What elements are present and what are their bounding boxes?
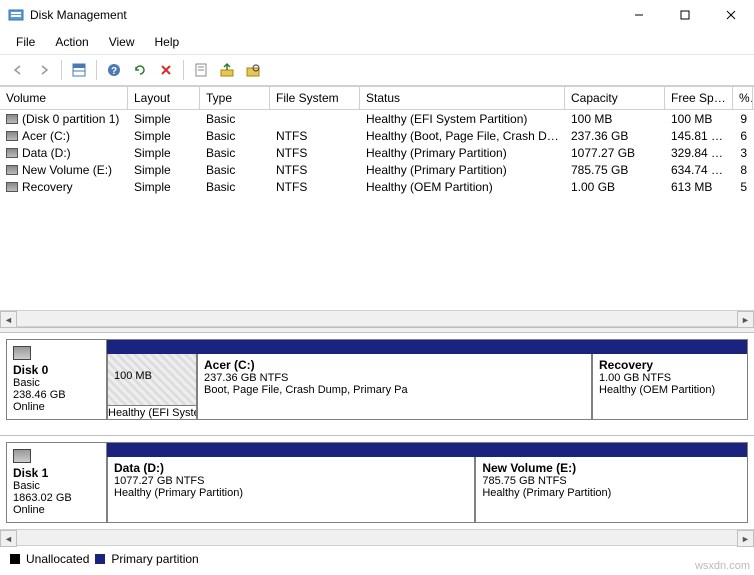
volume-row[interactable]: Acer (C:)SimpleBasicNTFSHealthy (Boot, P… [0, 127, 754, 144]
volume-list: Volume Layout Type File System Status Ca… [0, 86, 754, 310]
volume-row[interactable]: Data (D:)SimpleBasicNTFSHealthy (Primary… [0, 144, 754, 161]
maximize-button[interactable] [662, 0, 708, 30]
drive-icon [6, 114, 18, 124]
tooltip: Healthy (EFI System Partition) [107, 405, 197, 419]
disk-icon [13, 346, 31, 360]
properties-button[interactable] [189, 58, 213, 82]
drive-icon [6, 148, 18, 158]
partition-recovery[interactable]: Recovery 1.00 GB NTFS Healthy (OEM Parti… [592, 354, 747, 419]
legend-unallocated: Unallocated [26, 552, 89, 566]
close-button[interactable] [708, 0, 754, 30]
scroll-left-button[interactable]: ◄ [0, 311, 17, 328]
legend-primary: Primary partition [111, 552, 198, 566]
upload-button[interactable] [215, 58, 239, 82]
col-layout[interactable]: Layout [128, 87, 200, 109]
col-status[interactable]: Status [360, 87, 565, 109]
partition-new-volume-e[interactable]: New Volume (E:) 785.75 GB NTFS Healthy (… [475, 457, 747, 522]
titlebar[interactable]: Disk Management [0, 0, 754, 30]
toolbar-separator [96, 60, 97, 80]
back-button [6, 58, 30, 82]
disk-1-row[interactable]: Disk 1 Basic 1863.02 GB Online Data (D:)… [6, 442, 748, 523]
drive-icon [6, 165, 18, 175]
col-filesystem[interactable]: File System [270, 87, 360, 109]
menu-view[interactable]: View [101, 32, 143, 52]
drive-icon [6, 131, 18, 141]
scroll-right-button[interactable]: ► [737, 530, 754, 547]
legend-swatch-primary [95, 554, 105, 564]
col-percent[interactable]: % [733, 87, 753, 109]
svg-text:?: ? [111, 66, 117, 77]
splitter[interactable] [0, 327, 754, 333]
show-hide-button[interactable] [67, 58, 91, 82]
col-type[interactable]: Type [200, 87, 270, 109]
column-headers: Volume Layout Type File System Status Ca… [0, 86, 754, 110]
forward-button [32, 58, 56, 82]
disk-icon [13, 449, 31, 463]
volume-row[interactable]: RecoverySimpleBasicNTFSHealthy (OEM Part… [0, 178, 754, 195]
disk-0-info: Disk 0 Basic 238.46 GB Online [7, 340, 107, 419]
drive-icon [6, 182, 18, 192]
horizontal-scrollbar-2[interactable]: ◄ ► [0, 529, 754, 546]
volume-row[interactable]: New Volume (E:)SimpleBasicNTFSHealthy (P… [0, 161, 754, 178]
watermark: wsxdn.com [695, 560, 750, 572]
disk-map: Disk 0 Basic 238.46 GB Online 100 MB Hea… [0, 339, 754, 523]
col-free[interactable]: Free Spa... [665, 87, 733, 109]
partition-color-bar [107, 443, 747, 457]
window-title: Disk Management [30, 8, 127, 22]
refresh-button[interactable] [128, 58, 152, 82]
col-volume[interactable]: Volume [0, 87, 128, 109]
disk-1-info: Disk 1 Basic 1863.02 GB Online [7, 443, 107, 522]
scroll-left-button[interactable]: ◄ [0, 530, 17, 547]
settings-button[interactable] [241, 58, 265, 82]
app-icon [8, 7, 24, 23]
menu-file[interactable]: File [8, 32, 43, 52]
volume-row[interactable]: (Disk 0 partition 1)SimpleBasicHealthy (… [0, 110, 754, 127]
menubar: File Action View Help [0, 30, 754, 55]
partition-efi[interactable]: 100 MB Healthy (EFI System Partition) [107, 354, 197, 419]
scroll-right-button[interactable]: ► [737, 311, 754, 328]
menu-action[interactable]: Action [47, 32, 96, 52]
col-capacity[interactable]: Capacity [565, 87, 665, 109]
menu-help[interactable]: Help [147, 32, 188, 52]
help-button[interactable]: ? [102, 58, 126, 82]
delete-button[interactable] [154, 58, 178, 82]
disk-0-row[interactable]: Disk 0 Basic 238.46 GB Online 100 MB Hea… [6, 339, 748, 420]
horizontal-scrollbar[interactable]: ◄ ► [0, 310, 754, 327]
toolbar-separator [61, 60, 62, 80]
legend: Unallocated Primary partition [0, 546, 754, 572]
minimize-button[interactable] [616, 0, 662, 30]
toolbar: ? [0, 55, 754, 86]
partition-acer-c[interactable]: Acer (C:) 237.36 GB NTFS Boot, Page File… [197, 354, 592, 419]
partition-data-d[interactable]: Data (D:) 1077.27 GB NTFS Healthy (Prima… [107, 457, 475, 522]
partition-color-bar [107, 340, 747, 354]
toolbar-separator [183, 60, 184, 80]
legend-swatch-unallocated [10, 554, 20, 564]
